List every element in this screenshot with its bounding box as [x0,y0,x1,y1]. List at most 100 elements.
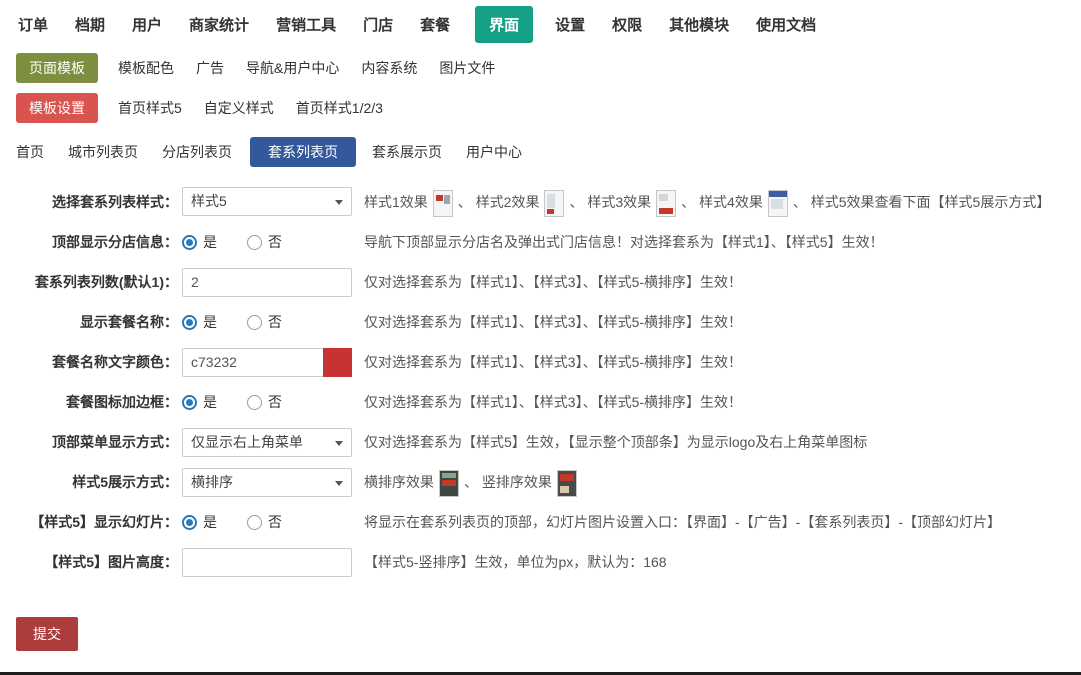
vertical-effect-text: 竖排序效果 [482,474,552,490]
page-user-center[interactable]: 用户中心 [460,137,528,167]
top-menu-label: 顶部菜单显示方式： [0,427,178,457]
branch-info-description: 导航下顶部显示分店名及弹出式门店信息！对选择套系为【样式1】、【样式5】生效！ [364,227,1081,257]
tab-docs[interactable]: 使用文档 [754,6,818,43]
tab-interface[interactable]: 界面 [475,6,533,43]
tab-settings[interactable]: 设置 [553,6,587,43]
row-name-color: 套餐名称文字颜色： 仅对选择套系为【样式1】、【样式3】、【样式5-横排序】生效… [0,347,1081,377]
tab-stores[interactable]: 门店 [361,6,395,43]
list-style-select[interactable]: 样式5 [182,187,352,216]
style5-mode-select-value: 横排序 [191,474,233,490]
page-template-button[interactable]: 页面模板 [16,53,98,83]
page-series-display[interactable]: 套系展示页 [366,137,448,167]
top-navigation: 订单 档期 用户 商家统计 营销工具 门店 套餐 界面 设置 权限 其他模块 使… [0,0,1081,47]
name-color-label: 套餐名称文字颜色： [0,347,178,377]
nav-home-style-123[interactable]: 首页样式1/2/3 [296,98,383,118]
template-settings-button[interactable]: 模板设置 [16,93,98,123]
tab-merchant-stats[interactable]: 商家统计 [187,6,251,43]
submit-button[interactable]: 提交 [16,617,78,651]
radio-checked-icon [182,515,197,530]
icon-border-radio-yes[interactable]: 是 [182,387,217,417]
show-name-label: 显示套餐名称： [0,307,178,337]
template-settings-navigation: 模板设置 首页样式5 自定义样式 首页样式1/2/3 [16,93,1081,123]
nav-template-colors[interactable]: 模板配色 [118,58,174,78]
horizontal-preview-thumbnail [439,470,459,497]
style1-effect-text: 样式1效果 [364,194,428,210]
show-name-radio-no[interactable]: 否 [247,307,282,337]
radio-yes-label: 是 [203,232,217,252]
style3-effect-text: 样式3效果 [587,194,651,210]
show-name-description: 仅对选择套系为【样式1】、【样式3】、【样式5-横排序】生效！ [364,307,1081,337]
nav-content-system[interactable]: 内容系统 [361,58,417,78]
row-style5-mode: 样式5展示方式： 横排序 横排序效果、 竖排序效果 [0,467,1081,497]
chevron-down-icon [335,441,343,446]
page-home[interactable]: 首页 [10,137,50,167]
radio-unchecked-icon [247,395,262,410]
row-top-menu: 顶部菜单显示方式： 仅显示右上角菜单 仅对选择套系为【样式5】生效，【显示整个顶… [0,427,1081,457]
row-slideshow: 【样式5】显示幻灯片： 是 否 将显示在套系列表页的顶部，幻灯片图片设置入口：【… [0,507,1081,537]
slideshow-radio-no[interactable]: 否 [247,507,282,537]
row-img-height: 【样式5】图片高度： 【样式5-竖排序】生效，单位为px，默认为：168 [0,547,1081,577]
radio-yes-label: 是 [203,512,217,532]
icon-border-label: 套餐图标加边框： [0,387,178,417]
radio-no-label: 否 [268,312,282,332]
nav-ads[interactable]: 广告 [196,58,224,78]
slideshow-description: 将显示在套系列表页的顶部，幻灯片图片设置入口：【界面】-【广告】-【套系列表页】… [364,507,1081,537]
separator: 、 [458,194,472,210]
img-height-input[interactable] [182,548,352,577]
columns-description: 仅对选择套系为【样式1】、【样式3】、【样式5-横排序】生效！ [364,267,1081,297]
nav-nav-user-center[interactable]: 导航&用户中心 [246,58,339,78]
columns-label: 套系列表列数(默认1)： [0,267,178,297]
top-menu-select[interactable]: 仅显示右上角菜单 [182,428,352,457]
separator: 、 [793,194,807,210]
style2-effect-text: 样式2效果 [476,194,540,210]
branch-info-radio-no[interactable]: 否 [247,227,282,257]
row-show-name: 显示套餐名称： 是 否 仅对选择套系为【样式1】、【样式3】、【样式5-横排序】… [0,307,1081,337]
radio-no-label: 否 [268,232,282,252]
nav-home-style5[interactable]: 首页样式5 [118,98,182,118]
vertical-preview-thumbnail [557,470,577,497]
horizontal-effect-text: 横排序效果 [364,474,434,490]
row-list-style: 选择套系列表样式： 样式5 样式1效果、 样式2效果、 样式3效果、 样式4效果… [0,187,1081,217]
color-swatch[interactable] [323,348,352,377]
radio-checked-icon [182,395,197,410]
row-columns: 套系列表列数(默认1)： 仅对选择套系为【样式1】、【样式3】、【样式5-横排序… [0,267,1081,297]
style5-mode-description: 横排序效果 、 竖排序效果 [364,467,1081,497]
img-height-label: 【样式5】图片高度： [0,547,178,577]
slideshow-label: 【样式5】显示幻灯片： [0,507,178,537]
show-name-radio-yes[interactable]: 是 [182,307,217,337]
style1-preview-thumbnail [433,190,453,217]
tab-schedule[interactable]: 档期 [73,6,107,43]
branch-info-radio-yes[interactable]: 是 [182,227,217,257]
name-color-description: 仅对选择套系为【样式1】、【样式3】、【样式5-横排序】生效！ [364,347,1081,377]
style5-mode-select[interactable]: 横排序 [182,468,352,497]
radio-yes-label: 是 [203,312,217,332]
tab-orders[interactable]: 订单 [16,6,50,43]
page-series-list[interactable]: 套系列表页 [250,137,356,167]
separator: 、 [464,474,478,490]
list-style-description: 样式1效果、 样式2效果、 样式3效果、 样式4效果、 样式5效果查看下面【样式… [364,187,1081,217]
page-city-list[interactable]: 城市列表页 [62,137,144,167]
radio-unchecked-icon [247,515,262,530]
nav-image-files[interactable]: 图片文件 [439,58,495,78]
separator: 、 [681,194,695,210]
icon-border-radio-no[interactable]: 否 [247,387,282,417]
radio-no-label: 否 [268,512,282,532]
slideshow-radio-yes[interactable]: 是 [182,507,217,537]
tab-users[interactable]: 用户 [130,6,164,43]
row-branch-info: 顶部显示分店信息： 是 否 导航下顶部显示分店名及弹出式门店信息！对选择套系为【… [0,227,1081,257]
tab-permissions[interactable]: 权限 [610,6,644,43]
page-branch-list[interactable]: 分店列表页 [156,137,238,167]
template-navigation: 页面模板 模板配色 广告 导航&用户中心 内容系统 图片文件 [16,53,1081,83]
tab-marketing-tools[interactable]: 营销工具 [274,6,338,43]
tab-other-modules[interactable]: 其他模块 [667,6,731,43]
style3-preview-thumbnail [656,190,676,217]
radio-unchecked-icon [247,315,262,330]
nav-custom-style[interactable]: 自定义样式 [204,98,274,118]
top-menu-select-value: 仅显示右上角菜单 [191,434,303,450]
tab-packages[interactable]: 套餐 [418,6,452,43]
columns-input[interactable] [182,268,352,297]
style5-effect-text: 样式5效果查看下面【样式5展示方式】 [811,194,1051,210]
list-style-label: 选择套系列表样式： [0,187,178,217]
radio-yes-label: 是 [203,392,217,412]
top-menu-description: 仅对选择套系为【样式5】生效，【显示整个顶部条】为显示logo及右上角菜单图标 [364,427,1081,457]
